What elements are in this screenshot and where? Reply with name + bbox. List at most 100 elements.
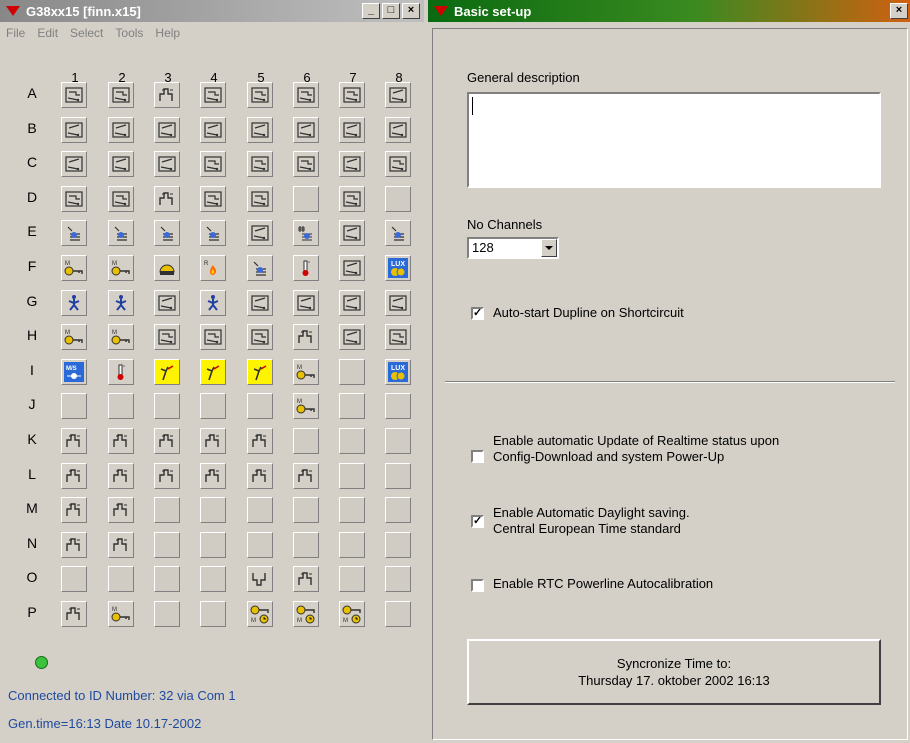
key-module-icon[interactable]: M: [108, 601, 134, 627]
pulse-module-icon[interactable]: [61, 497, 87, 524]
switch-module-icon[interactable]: [293, 289, 319, 316]
switch-module-icon[interactable]: [154, 289, 180, 316]
empty-module-slot[interactable]: [385, 185, 411, 212]
empty-module-slot[interactable]: [154, 566, 180, 593]
left-title-bar[interactable]: G38xx15 [finn.x15] _ □ ×: [0, 0, 424, 22]
switch-module-icon[interactable]: [339, 220, 365, 247]
empty-module-slot[interactable]: [200, 601, 226, 627]
switch-module-icon[interactable]: [247, 289, 273, 316]
empty-module-slot[interactable]: [385, 393, 411, 420]
person-module-icon[interactable]: [108, 289, 134, 316]
pulse-module-icon[interactable]: [61, 462, 87, 489]
key-module-icon[interactable]: M: [61, 324, 87, 351]
dimmer-module-icon[interactable]: [154, 324, 180, 351]
empty-module-slot[interactable]: [247, 531, 273, 558]
pulse-module-icon[interactable]: [154, 185, 180, 212]
empty-module-slot[interactable]: [339, 462, 365, 489]
empty-module-slot[interactable]: [339, 531, 365, 558]
empty-module-slot[interactable]: [339, 428, 365, 454]
empty-module-slot[interactable]: [154, 601, 180, 627]
switch-module-icon[interactable]: [154, 116, 180, 143]
pulse-module-icon[interactable]: [293, 324, 319, 351]
switch-module-icon[interactable]: [154, 151, 180, 178]
pulse-module-icon[interactable]: [154, 428, 180, 454]
empty-module-slot[interactable]: [200, 393, 226, 420]
switch-module-icon[interactable]: [247, 116, 273, 143]
empty-module-slot[interactable]: [385, 601, 411, 627]
empty-module-slot[interactable]: [293, 185, 319, 212]
motion-module-icon[interactable]: [154, 255, 180, 281]
empty-module-slot[interactable]: [339, 358, 365, 385]
menu-help[interactable]: Help: [155, 26, 180, 40]
fire-module-icon[interactable]: R: [200, 255, 226, 281]
menu-edit[interactable]: Edit: [37, 26, 58, 40]
empty-module-slot[interactable]: [385, 531, 411, 558]
dimmer-module-icon[interactable]: [108, 82, 134, 108]
switch-module-icon[interactable]: [108, 116, 134, 143]
dimmer-module-icon[interactable]: [247, 151, 273, 178]
empty-module-slot[interactable]: [293, 531, 319, 558]
blind-module-icon[interactable]: [154, 220, 180, 247]
blind-hash-module-icon[interactable]: [293, 220, 319, 247]
empty-module-slot[interactable]: [339, 497, 365, 524]
switch-module-icon[interactable]: [339, 289, 365, 316]
empty-module-slot[interactable]: [154, 393, 180, 420]
switch-module-icon[interactable]: [293, 116, 319, 143]
blind-module-icon[interactable]: [200, 220, 226, 247]
switch-module-icon[interactable]: [339, 116, 365, 143]
empty-module-slot[interactable]: [385, 566, 411, 593]
switch-module-icon[interactable]: [200, 116, 226, 143]
dimmer-module-icon[interactable]: [339, 185, 365, 212]
blind-module-icon[interactable]: [61, 220, 87, 247]
key-module-icon[interactable]: M: [108, 255, 134, 281]
switch-module-icon[interactable]: [385, 116, 411, 143]
pulse-module-icon[interactable]: [247, 428, 273, 454]
chevron-down-icon[interactable]: [541, 239, 557, 257]
empty-module-slot[interactable]: [200, 531, 226, 558]
pulse-module-icon[interactable]: [293, 462, 319, 489]
empty-module-slot[interactable]: [61, 566, 87, 593]
dimmer-module-icon[interactable]: [293, 82, 319, 108]
ms-module-icon[interactable]: M/S: [61, 358, 87, 385]
autostart-checkbox[interactable]: ✓: [471, 307, 484, 320]
switch-module-icon[interactable]: [339, 255, 365, 281]
key-module-icon[interactable]: M: [293, 358, 319, 385]
dimmer-module-icon[interactable]: [247, 185, 273, 212]
pulse-module-icon[interactable]: [108, 428, 134, 454]
right-title-bar[interactable]: Basic set-up ×: [428, 0, 910, 22]
general-description-input[interactable]: [467, 92, 881, 188]
dimmer-module-icon[interactable]: [339, 82, 365, 108]
menu-select[interactable]: Select: [70, 26, 103, 40]
pulse-module-icon[interactable]: [154, 82, 180, 108]
thermo-module-icon[interactable]: °: [108, 358, 134, 385]
pulse-module-icon[interactable]: [200, 462, 226, 489]
lux-module-icon[interactable]: LUX: [385, 358, 411, 385]
empty-module-slot[interactable]: [154, 531, 180, 558]
switch-module-icon[interactable]: [385, 289, 411, 316]
key-module-icon[interactable]: M: [61, 255, 87, 281]
daylight-saving-checkbox[interactable]: ✓: [471, 515, 484, 528]
maximize-button[interactable]: □: [382, 3, 400, 19]
dimmer-module-icon[interactable]: [200, 324, 226, 351]
dimmer-module-icon[interactable]: [200, 82, 226, 108]
empty-module-slot[interactable]: [247, 393, 273, 420]
menu-tools[interactable]: Tools: [115, 26, 143, 40]
dimmer-module-icon[interactable]: [385, 324, 411, 351]
empty-module-slot[interactable]: [339, 393, 365, 420]
dimmer-module-icon[interactable]: [200, 151, 226, 178]
blind-module-icon[interactable]: [108, 220, 134, 247]
dimmer-module-icon[interactable]: [61, 185, 87, 212]
pulse-module-icon[interactable]: [61, 531, 87, 558]
pulse-module-icon[interactable]: [200, 428, 226, 454]
dimmer-module-icon[interactable]: [247, 324, 273, 351]
pulse-module-icon[interactable]: [61, 601, 87, 627]
pulse-alt-module-icon[interactable]: [247, 566, 273, 593]
close-button[interactable]: ×: [402, 3, 420, 19]
empty-module-slot[interactable]: [108, 393, 134, 420]
switch-module-icon[interactable]: [385, 82, 411, 108]
empty-module-slot[interactable]: [339, 566, 365, 593]
empty-module-slot[interactable]: [385, 462, 411, 489]
dimmer-module-icon[interactable]: [385, 151, 411, 178]
close-button[interactable]: ×: [890, 3, 908, 19]
y-sensor-module-icon[interactable]: [154, 358, 180, 385]
